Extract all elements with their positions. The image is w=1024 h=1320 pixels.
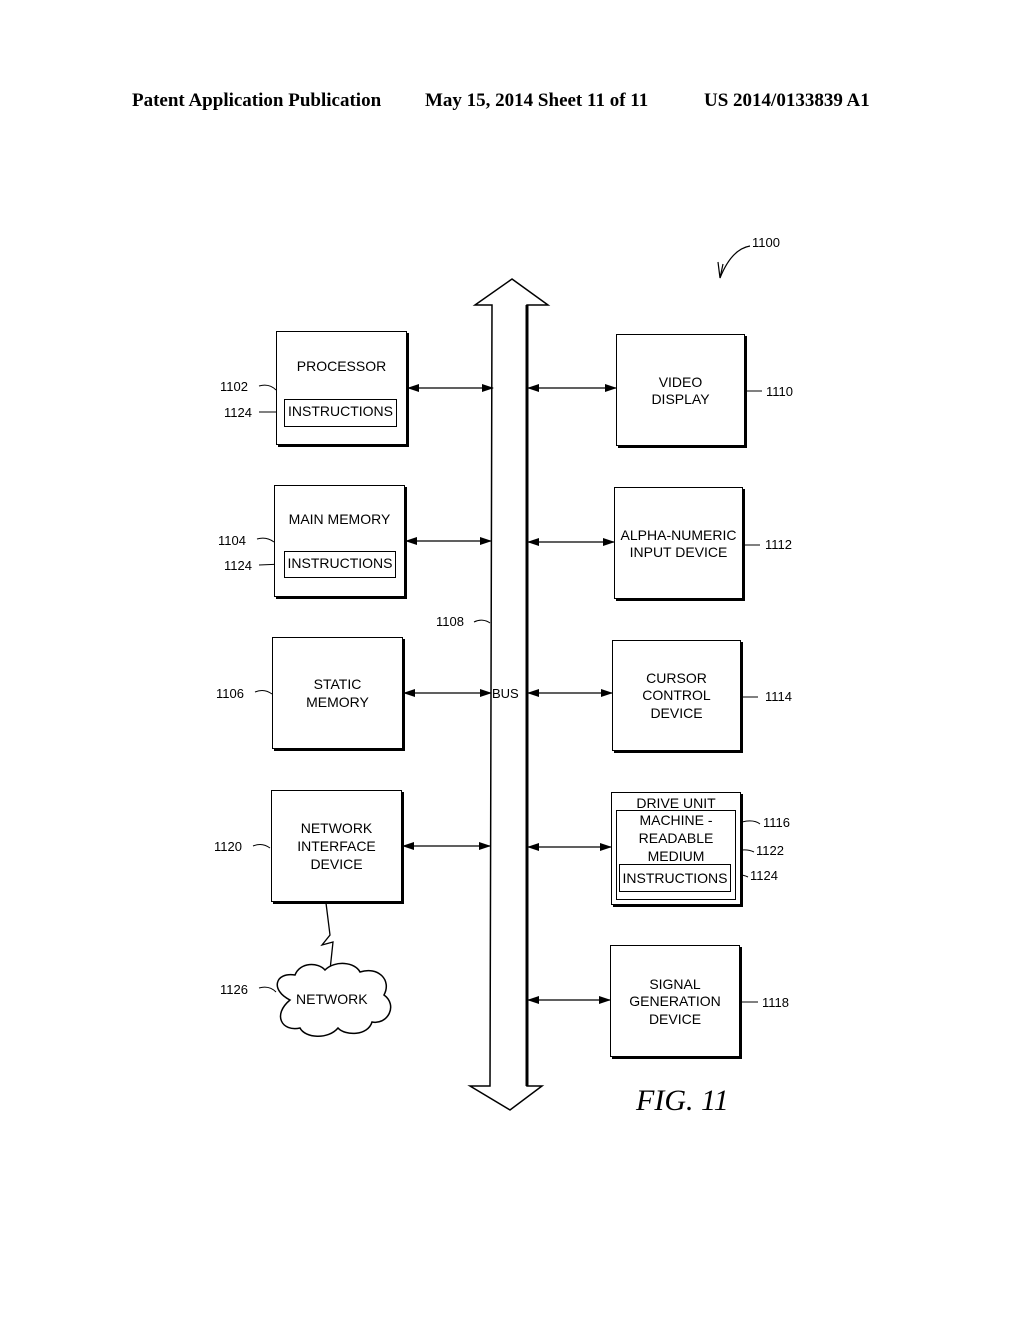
- processor-box: PROCESSOR INSTRUCTIONS: [276, 331, 407, 445]
- medium-ref: 1122: [756, 843, 784, 858]
- signal-generation-line2: GENERATION: [629, 993, 721, 1009]
- static-memory-line2: MEMORY: [306, 694, 369, 710]
- main-memory-box: MAIN MEMORY INSTRUCTIONS: [274, 485, 405, 597]
- medium-line2: READABLE: [638, 830, 714, 846]
- main-memory-label: MAIN MEMORY: [288, 511, 391, 527]
- alpha-numeric-line1: ALPHA-NUMERIC: [620, 527, 737, 543]
- alpha-numeric-ref: 1112: [765, 537, 792, 552]
- signal-generation-line3: DEVICE: [648, 1011, 702, 1027]
- alpha-numeric-box: ALPHA-NUMERIC INPUT DEVICE: [614, 487, 743, 599]
- network-interface-line2: INTERFACE: [297, 838, 376, 854]
- bus-label: BUS: [492, 686, 519, 701]
- processor-ref: 1102: [220, 379, 248, 394]
- network-interface-ref: 1120: [214, 839, 242, 854]
- video-display-ref: 1110: [766, 384, 793, 399]
- medium-line1: MACHINE -: [639, 812, 713, 828]
- processor-instructions: INSTRUCTIONS: [284, 399, 397, 427]
- network-interface-box: NETWORK INTERFACE DEVICE: [271, 790, 402, 902]
- video-display-box: VIDEO DISPLAY: [616, 334, 745, 446]
- medium-line3: MEDIUM: [647, 848, 705, 864]
- machine-readable-medium: MACHINE - READABLE MEDIUM INSTRUCTIONS: [616, 810, 736, 900]
- video-display-line2: DISPLAY: [651, 391, 710, 407]
- static-memory-ref: 1106: [216, 686, 244, 701]
- figure-caption: FIG. 11: [636, 1084, 729, 1117]
- cursor-control-line1: CURSOR: [646, 670, 707, 686]
- static-memory-box: STATIC MEMORY: [272, 637, 403, 749]
- wireless-link: [320, 902, 334, 971]
- cursor-control-box: CURSOR CONTROL DEVICE: [612, 640, 741, 751]
- main-memory-ref: 1104: [218, 533, 246, 548]
- video-display-line1: VIDEO: [658, 374, 703, 390]
- processor-instructions-ref: 1124: [224, 405, 252, 420]
- drive-unit-box: DRIVE UNIT MACHINE - READABLE MEDIUM INS…: [611, 792, 741, 905]
- bus-ref: 1108: [436, 614, 464, 629]
- cursor-control-line3: DEVICE: [650, 705, 703, 721]
- drive-unit-ref: 1116: [763, 815, 790, 830]
- processor-label: PROCESSOR: [296, 358, 387, 374]
- network-interface-line1: NETWORK: [300, 820, 373, 836]
- network-label: NETWORK: [296, 991, 368, 1007]
- signal-generation-box: SIGNAL GENERATION DEVICE: [610, 945, 740, 1057]
- connector-lines: [252, 245, 762, 1111]
- cursor-control-line2: CONTROL: [642, 687, 711, 703]
- figure-ref: 1100: [752, 235, 780, 250]
- drive-unit-instructions: INSTRUCTIONS: [619, 864, 731, 892]
- main-memory-instructions-ref: 1124: [224, 558, 252, 573]
- alpha-numeric-line2: INPUT DEVICE: [629, 544, 728, 560]
- cursor-control-ref: 1114: [765, 689, 792, 704]
- network-ref: 1126: [220, 982, 248, 997]
- signal-generation-line1: SIGNAL: [649, 976, 701, 992]
- static-memory-line1: STATIC: [313, 676, 362, 692]
- drive-unit-instructions-ref: 1124: [750, 868, 778, 883]
- signal-generation-ref: 1118: [762, 995, 789, 1010]
- network-interface-line3: DEVICE: [310, 856, 363, 872]
- main-memory-instructions: INSTRUCTIONS: [284, 551, 396, 578]
